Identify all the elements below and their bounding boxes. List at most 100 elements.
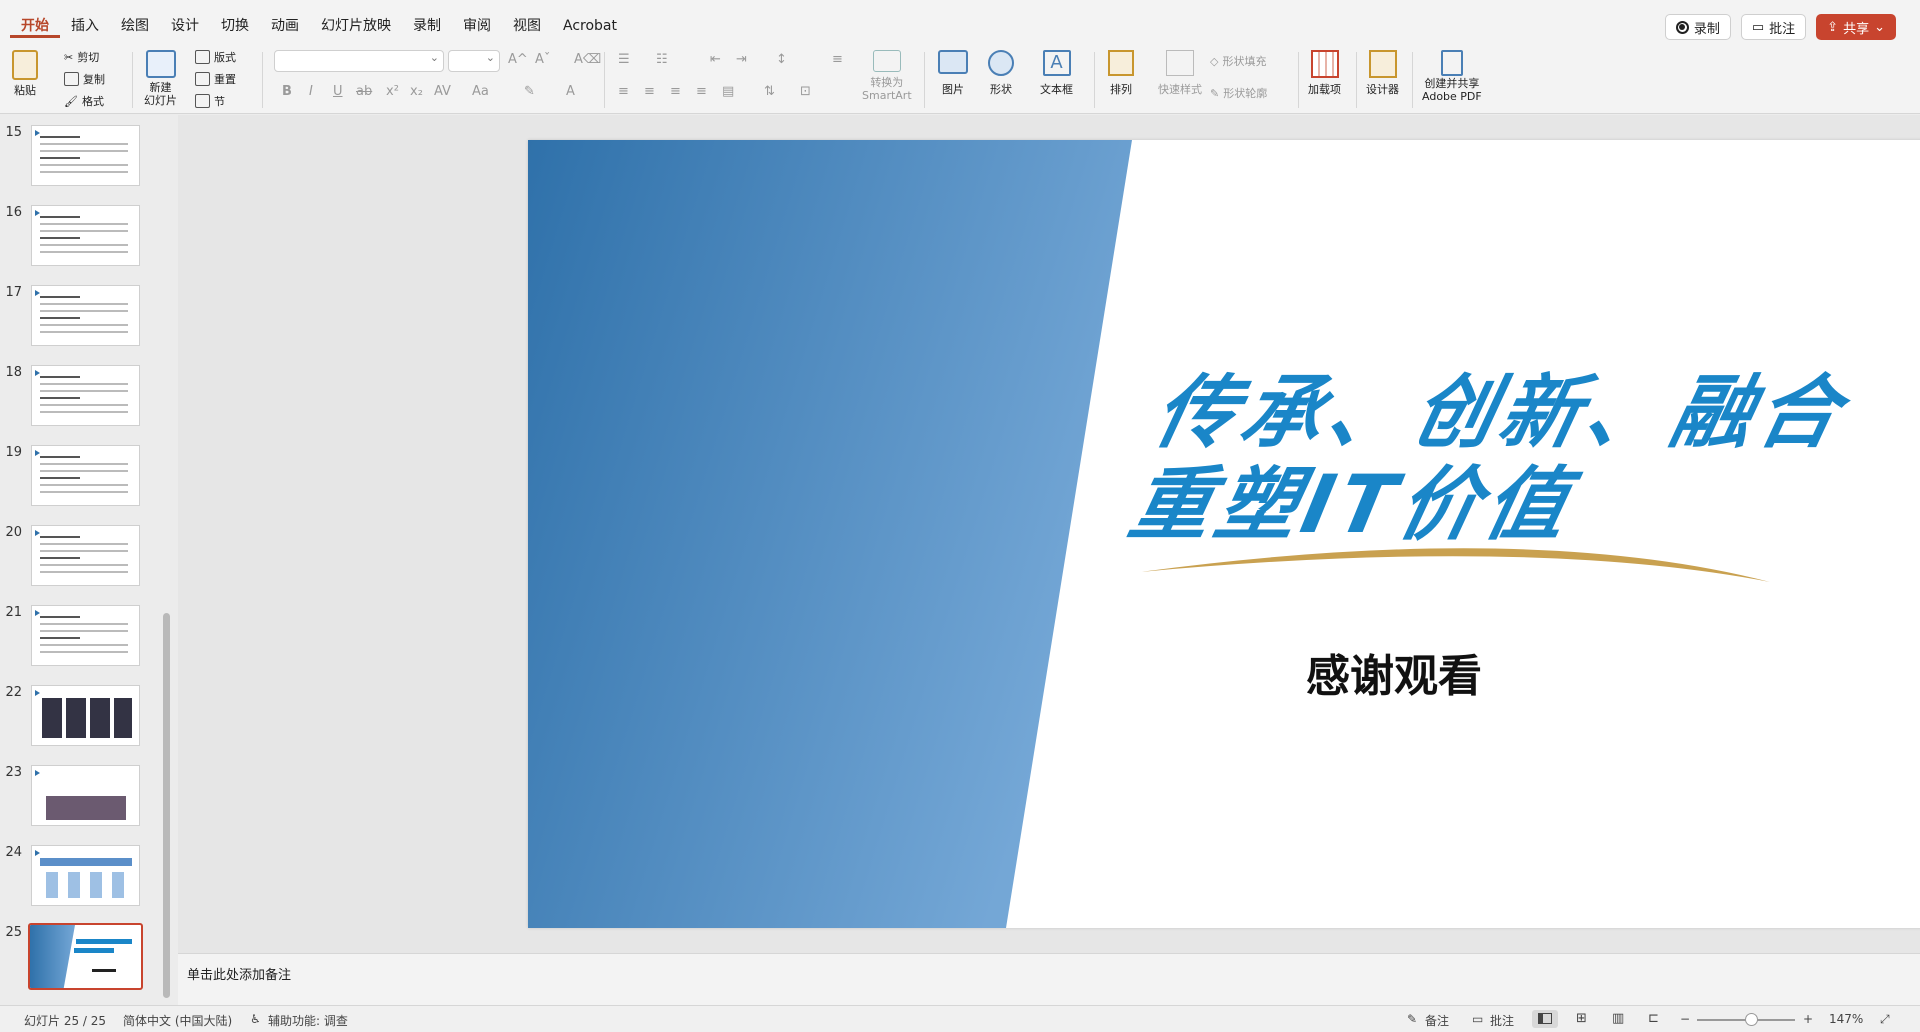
superscript-button[interactable]: x² (386, 84, 399, 99)
addins-button[interactable]: 加载项 (1308, 50, 1341, 96)
slide-thumbnail-17[interactable] (31, 285, 140, 346)
increase-font-icon[interactable]: A^ (508, 52, 528, 67)
quick-style-button[interactable]: 快速样式 (1158, 50, 1202, 96)
tab-home[interactable]: 开始 (10, 14, 60, 38)
tab-draw[interactable]: 绘图 (110, 14, 160, 38)
tab-transitions[interactable]: 切换 (210, 14, 260, 38)
tab-insert[interactable]: 插入 (60, 14, 110, 38)
format-painter-button[interactable]: 🖌 格式 (64, 92, 104, 110)
slide-thumbnail-22[interactable] (31, 685, 140, 746)
decrease-font-icon[interactable]: Aˇ (535, 52, 550, 67)
subscript-button[interactable]: x₂ (410, 84, 423, 99)
font-color-button[interactable]: A (566, 84, 575, 99)
arrange-button[interactable]: 排列 (1108, 50, 1134, 96)
bold-button[interactable]: B (282, 84, 292, 99)
section-button[interactable]: 节 (195, 92, 225, 110)
shape-button[interactable]: 形状 (988, 50, 1014, 96)
tab-view[interactable]: 视图 (502, 14, 552, 38)
notes-icon[interactable]: ✎ (1407, 1012, 1417, 1026)
picture-button[interactable]: 图片 (938, 50, 968, 96)
justify-icon[interactable]: ≡ (696, 84, 707, 99)
tab-acrobat[interactable]: Acrobat (552, 14, 628, 38)
zoom-in-button[interactable]: + (1803, 1012, 1813, 1026)
fit-to-window-icon[interactable]: ⤢ (1880, 1012, 1890, 1027)
slide-thumbnail-18[interactable] (31, 365, 140, 426)
highlight-icon[interactable]: ✎ (524, 84, 535, 99)
slide-thumbnail-16[interactable] (31, 205, 140, 266)
notes-pane[interactable]: 单击此处添加备注 (178, 953, 1920, 1005)
adobe-pdf-button[interactable]: 创建并共享 Adobe PDF (1422, 50, 1482, 103)
thumb-text-line (40, 637, 80, 639)
align-left-icon[interactable]: ≡ (618, 84, 629, 99)
char-spacing-button[interactable]: AV (434, 84, 451, 99)
accessibility-icon[interactable]: ♿ (250, 1012, 261, 1026)
new-slide-button[interactable]: 新建 幻灯片 (144, 50, 177, 107)
thumb-text-line (40, 651, 128, 653)
tab-record[interactable]: 录制 (402, 14, 452, 38)
line-spacing-icon[interactable]: ↕ (776, 52, 787, 67)
paste-button[interactable]: 粘贴 (12, 50, 38, 97)
distributed-icon[interactable]: ▤ (722, 84, 734, 99)
tab-slideshow[interactable]: 幻灯片放映 (310, 14, 402, 38)
slide-thumbnail-21[interactable] (31, 605, 140, 666)
underline-button[interactable]: U (333, 84, 343, 99)
copy-button[interactable]: 复制 (64, 70, 105, 88)
italic-button[interactable]: I (309, 84, 313, 99)
comments-icon[interactable]: ▭ (1472, 1012, 1483, 1026)
strikethrough-button[interactable]: ab (356, 84, 372, 99)
comments-toggle[interactable]: 批注 (1490, 1012, 1514, 1029)
convert-smartart-button[interactable]: 转换为 SmartArt (862, 50, 912, 102)
align-right-icon[interactable]: ≡ (670, 84, 681, 99)
indent-decrease-icon[interactable]: ⇤ (710, 52, 721, 67)
layout-label: 版式 (214, 51, 236, 64)
record-button[interactable]: 录制 (1664, 14, 1731, 40)
designer-button[interactable]: 设计器 (1366, 50, 1399, 96)
normal-view-button[interactable] (1532, 1010, 1558, 1028)
current-slide[interactable]: 传承、创新、融合 重塑IT价值 感谢观看 (528, 140, 1920, 928)
slide-thumbnail-15[interactable] (31, 125, 140, 186)
align-text-icon[interactable]: ⊡ (800, 84, 811, 99)
bullets-icon[interactable]: ☰ (618, 52, 630, 67)
language-indicator[interactable]: 简体中文 (中国大陆) (123, 1012, 232, 1029)
slide-thumbnail-19[interactable] (31, 445, 140, 506)
text-direction-icon[interactable]: ⇅ (764, 84, 775, 99)
slide-thumbnail-25[interactable] (28, 923, 143, 990)
reset-button[interactable]: 重置 (195, 70, 236, 88)
align-center-icon[interactable]: ≡ (644, 84, 655, 99)
thumbnail-number: 15 (5, 125, 22, 140)
slide-thumbnail-24[interactable] (31, 845, 140, 906)
textbox-label: 文本框 (1040, 83, 1073, 96)
thumb-text-line (40, 383, 128, 385)
share-button[interactable]: ⇪ 共享 ⌄ (1816, 14, 1896, 40)
zoom-out-button[interactable]: − (1680, 1012, 1690, 1026)
zoom-slider-knob[interactable] (1745, 1013, 1758, 1026)
slide-thumbnail-23[interactable] (31, 765, 140, 826)
notes-toggle[interactable]: 备注 (1425, 1012, 1449, 1029)
clear-format-icon[interactable]: A⌫ (574, 52, 601, 67)
tab-review[interactable]: 审阅 (452, 14, 502, 38)
zoom-level[interactable]: 147% (1829, 1012, 1863, 1026)
textbox-button[interactable]: A 文本框 (1040, 50, 1073, 96)
font-size-select[interactable] (448, 50, 500, 72)
comment-button[interactable]: ▭ 批注 (1740, 14, 1807, 40)
numbering-icon[interactable]: ☷ (656, 52, 668, 67)
change-case-button[interactable]: Aa (472, 84, 489, 99)
cut-button[interactable]: ✂ 剪切 (64, 48, 99, 66)
columns-icon[interactable]: ≡ (832, 52, 843, 67)
thumbnail-scrollbar[interactable] (163, 613, 170, 998)
accessibility-status[interactable]: 辅助功能: 调查 (268, 1012, 348, 1029)
slide-sorter-button[interactable]: ⊞ (1570, 1010, 1596, 1028)
thumb-text-line (40, 571, 128, 573)
reading-view-button[interactable]: ▥ (1606, 1010, 1632, 1028)
quick-style-label: 快速样式 (1158, 83, 1202, 96)
font-family-select[interactable] (274, 50, 444, 72)
shape-outline-button[interactable]: ✎ 形状轮廓 (1210, 84, 1267, 102)
slide-thumbnail-20[interactable] (31, 525, 140, 586)
tab-design[interactable]: 设计 (160, 14, 210, 38)
layout-button[interactable]: 版式 (195, 48, 236, 66)
slideshow-button[interactable]: ⊏ (1642, 1010, 1668, 1028)
tab-animations[interactable]: 动画 (260, 14, 310, 38)
top-actions: 录制 ▭ 批注 ⇪ 共享 ⌄ (1664, 14, 1896, 40)
shape-fill-button[interactable]: ◇ 形状填充 (1210, 52, 1266, 70)
indent-increase-icon[interactable]: ⇥ (736, 52, 747, 67)
